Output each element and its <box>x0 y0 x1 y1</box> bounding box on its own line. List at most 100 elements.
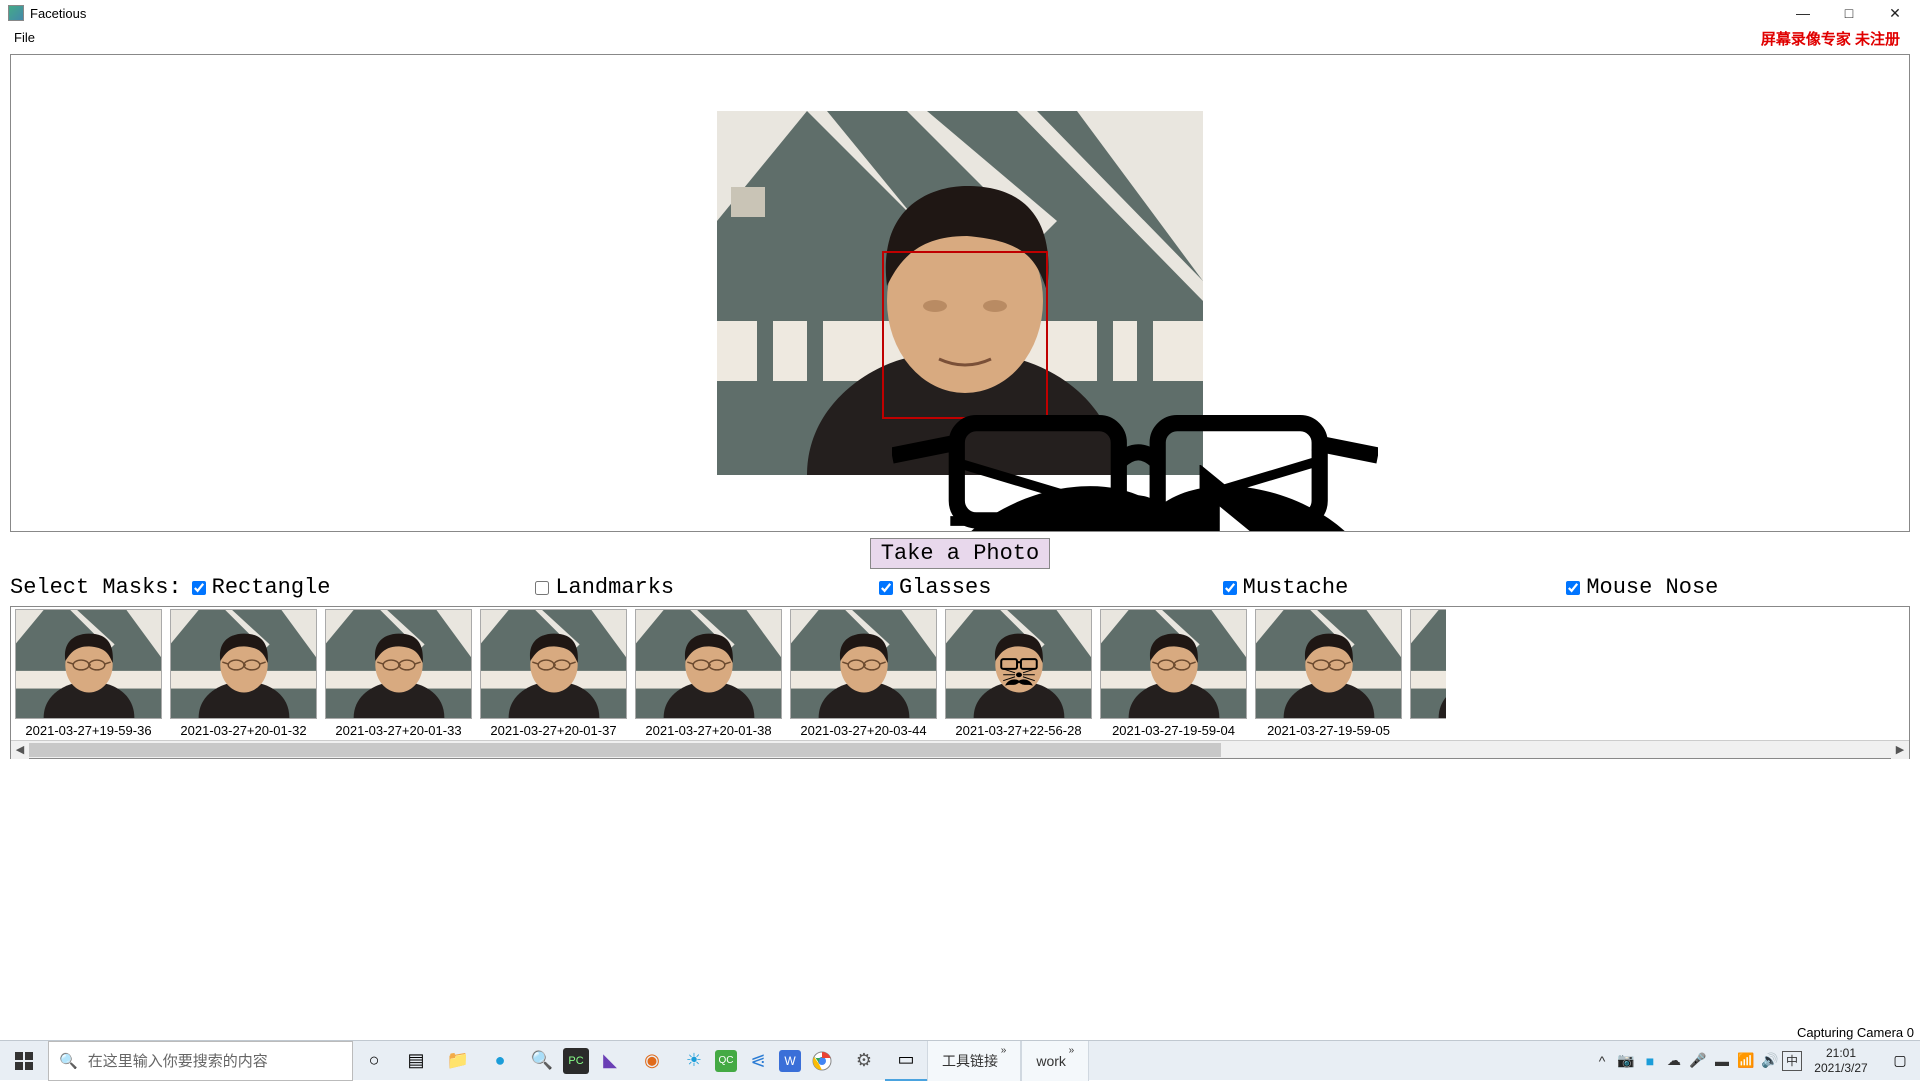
file-explorer-icon[interactable]: 📁 <box>437 1041 479 1081</box>
thumbnail-caption: 2021-03-27+22-56-28 <box>945 719 1092 740</box>
mask-label-glasses: Glasses <box>899 575 991 600</box>
mouse-cursor-icon <box>1088 465 1574 532</box>
mask-option-landmarks[interactable]: Landmarks <box>535 575 879 600</box>
clock-date: 2021/3/27 <box>1806 1061 1876 1076</box>
thumbnail-caption: 2021-03-27+20-01-38 <box>635 719 782 740</box>
taskbar-app-icon[interactable]: QC <box>715 1050 737 1072</box>
taskbar-search[interactable]: 🔍 在这里输入你要搜索的内容 <box>48 1041 353 1081</box>
thumbnail-row: 2021-03-27+19-59-36 2021-03-27+20-01-32 20… <box>11 607 1909 740</box>
taskbar-app-icon[interactable]: 🔍 <box>521 1041 563 1081</box>
taskbar-toolbar-toollink[interactable]: 工具链接 » <box>927 1041 1021 1081</box>
tray-app-icon[interactable]: ■ <box>1638 1041 1662 1081</box>
vscode-icon[interactable]: ⪗ <box>737 1041 779 1081</box>
tray-device-icon[interactable]: ▬ <box>1710 1041 1734 1081</box>
task-view-icon[interactable]: ▤ <box>395 1041 437 1081</box>
take-photo-button[interactable]: Take a Photo <box>870 538 1050 569</box>
thumbnail-caption: 2021-03-27+20-01-32 <box>170 719 317 740</box>
search-icon: 🔍 <box>59 1052 78 1070</box>
mask-label-mousenose: Mouse Nose <box>1586 575 1718 600</box>
thumbnail-caption: 2021-03-27-19-59-05 <box>1255 719 1402 740</box>
tray-ime-icon[interactable]: 中 <box>1782 1051 1802 1071</box>
mask-label-landmarks: Landmarks <box>555 575 674 600</box>
thumbnail-image <box>945 609 1092 719</box>
window-title: Facetious <box>30 6 86 21</box>
chrome-icon[interactable] <box>801 1041 843 1081</box>
mask-option-mousenose[interactable]: Mouse Nose <box>1566 575 1910 600</box>
thumbnail-item[interactable] <box>1410 609 1446 740</box>
clock-time: 21:01 <box>1806 1046 1876 1061</box>
camera-preview <box>717 111 1203 475</box>
thumbnail-image <box>790 609 937 719</box>
mask-checkbox-glasses[interactable] <box>879 581 893 595</box>
thumbnail-item[interactable]: 2021-03-27+22-56-28 <box>945 609 1092 740</box>
thumbnail-item[interactable]: 2021-03-27+19-59-36 <box>15 609 162 740</box>
thumbnail-image <box>170 609 317 719</box>
mask-checkbox-rectangle[interactable] <box>192 581 206 595</box>
mask-checkbox-landmarks[interactable] <box>535 581 549 595</box>
thumbnail-caption: 2021-03-27+19-59-36 <box>15 719 162 740</box>
thumbnail-item[interactable]: 2021-03-27+20-01-38 <box>635 609 782 740</box>
window-titlebar: Facetious — □ ✕ <box>0 0 1920 26</box>
thumbnail-caption: 2021-03-27+20-03-44 <box>790 719 937 740</box>
wps-icon[interactable]: W <box>779 1050 801 1072</box>
minimize-button[interactable]: — <box>1780 0 1826 26</box>
maximize-button[interactable]: □ <box>1826 0 1872 26</box>
taskbar-app-icon[interactable]: ▭ <box>885 1041 927 1081</box>
windows-taskbar: 🔍 在这里输入你要搜索的内容 ○ ▤ 📁 ● 🔍 PC ◣ ◉ ☀ QC ⪗ W… <box>0 1040 1920 1080</box>
settings-icon[interactable]: ⚙ <box>843 1041 885 1081</box>
thumbnail-item[interactable]: 2021-03-27+20-01-37 <box>480 609 627 740</box>
mask-option-rectangle[interactable]: Rectangle <box>192 575 536 600</box>
visual-studio-icon[interactable]: ◣ <box>589 1041 631 1081</box>
mask-label-mustache: Mustache <box>1243 575 1349 600</box>
tray-chevron-up-icon[interactable]: ^ <box>1590 1041 1614 1081</box>
thumbnail-image <box>325 609 472 719</box>
mask-label-rectangle: Rectangle <box>212 575 331 600</box>
thumbnail-item[interactable]: 2021-03-27+20-01-33 <box>325 609 472 740</box>
tray-cloud-icon[interactable]: ☁ <box>1662 1041 1686 1081</box>
scroll-handle[interactable] <box>29 743 1221 757</box>
take-photo-row: Take a Photo <box>0 534 1920 575</box>
chevron-icon: » <box>1066 1045 1074 1056</box>
thumbnail-scrollbar[interactable]: ◀ ▶ <box>11 740 1909 758</box>
action-center-icon[interactable]: ▢ <box>1880 1052 1920 1069</box>
app-icon <box>8 5 24 21</box>
thumbnail-item[interactable]: 2021-03-27+20-03-44 <box>790 609 937 740</box>
scroll-left-button[interactable]: ◀ <box>11 741 29 759</box>
thumbnail-item[interactable]: 2021-03-27+20-01-32 <box>170 609 317 740</box>
thumbnail-image <box>1100 609 1247 719</box>
firefox-icon[interactable]: ◉ <box>631 1041 673 1081</box>
start-button[interactable] <box>0 1041 48 1081</box>
cortana-icon[interactable]: ○ <box>353 1041 395 1081</box>
thumbnail-caption: 2021-03-27+20-01-33 <box>325 719 472 740</box>
system-tray: ^ 📷 ■ ☁ 🎤 ▬ 📶 🔊 中 <box>1590 1041 1802 1081</box>
camera-preview-frame <box>10 54 1910 532</box>
thumbnail-image <box>15 609 162 719</box>
tray-camera-icon[interactable]: 📷 <box>1614 1041 1638 1081</box>
thumbnail-caption: 2021-03-27+20-01-37 <box>480 719 627 740</box>
recorder-watermark: 屏幕录像专家 未注册 <box>1761 28 1900 49</box>
thumbnail-item[interactable]: 2021-03-27-19-59-04 <box>1100 609 1247 740</box>
taskbar-app-icon[interactable]: ● <box>479 1041 521 1081</box>
mask-checkbox-mousenose[interactable] <box>1566 581 1580 595</box>
scroll-right-button[interactable]: ▶ <box>1891 741 1909 759</box>
menu-file[interactable]: File <box>6 28 43 47</box>
status-text: Capturing Camera 0 <box>1797 1025 1914 1040</box>
mask-select-label: Select Masks: <box>10 575 182 600</box>
pycharm-icon[interactable]: PC <box>563 1048 589 1074</box>
tray-microphone-icon[interactable]: 🎤 <box>1686 1041 1710 1081</box>
thumbnail-item[interactable]: 2021-03-27-19-59-05 <box>1255 609 1402 740</box>
taskbar-app-icon[interactable]: ☀ <box>673 1041 715 1081</box>
taskbar-clock[interactable]: 21:01 2021/3/27 <box>1802 1042 1880 1080</box>
close-button[interactable]: ✕ <box>1872 0 1918 26</box>
search-placeholder: 在这里输入你要搜索的内容 <box>88 1050 268 1071</box>
taskbar-toolbar-work[interactable]: work » <box>1021 1041 1089 1081</box>
scroll-track[interactable] <box>29 741 1891 759</box>
thumbnail-image <box>480 609 627 719</box>
tray-wifi-icon[interactable]: 📶 <box>1734 1041 1758 1081</box>
thumbnail-image <box>1410 609 1446 719</box>
mask-select-row: Select Masks: Rectangle Landmarks Glasse… <box>0 575 1920 606</box>
mask-checkbox-mustache[interactable] <box>1223 581 1237 595</box>
mask-option-mustache[interactable]: Mustache <box>1223 575 1567 600</box>
mask-option-glasses[interactable]: Glasses <box>879 575 1223 600</box>
tray-volume-icon[interactable]: 🔊 <box>1758 1041 1782 1081</box>
